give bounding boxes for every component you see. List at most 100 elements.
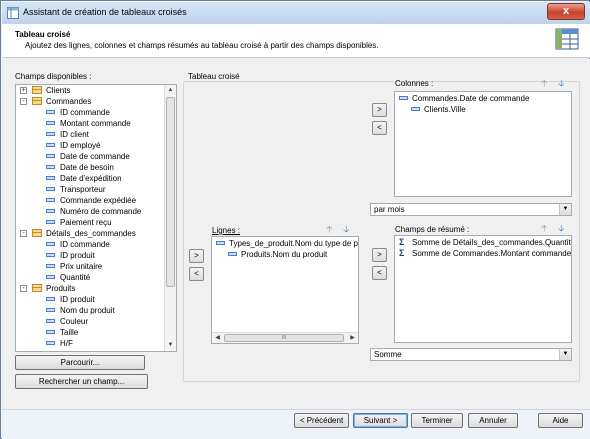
next-button[interactable]: Suivant > <box>353 413 408 428</box>
field-icon <box>46 110 55 114</box>
tree-node-label: ID client <box>60 130 89 139</box>
window-title: Assistant de création de tableaux croisé… <box>23 7 187 17</box>
move-up-icon[interactable]: 🡡 <box>326 224 332 234</box>
pivot-table-icon <box>555 28 579 50</box>
field-icon <box>46 154 55 158</box>
add-row-button[interactable]: > <box>189 249 204 263</box>
app-icon <box>7 7 19 19</box>
chevron-down-icon[interactable]: ▼ <box>559 204 571 215</box>
field-icon <box>46 132 55 136</box>
tree-node-label: ID produit <box>60 295 95 304</box>
move-down-icon[interactable]: 🡣 <box>558 223 564 233</box>
title-bar: Assistant de création de tableaux croisé… <box>2 2 590 24</box>
move-down-icon[interactable]: 🡣 <box>558 78 564 88</box>
field-icon <box>46 198 55 202</box>
scroll-thumb[interactable]: III <box>224 334 344 342</box>
table-icon <box>32 284 42 292</box>
summary-list[interactable]: Σ Somme de Détails_des_commandes.Quantit… <box>394 235 572 343</box>
move-down-icon[interactable]: 🡣 <box>343 224 349 234</box>
tree-node-label: Date d'expédition <box>60 174 122 183</box>
scroll-up-icon[interactable]: ▲ <box>165 85 176 96</box>
tree-vertical-scrollbar[interactable]: ▲ ▼ <box>164 85 176 351</box>
field-icon <box>46 264 55 268</box>
add-summary-button[interactable]: > <box>372 248 387 262</box>
field-icon <box>46 143 55 147</box>
pivot-wizard-window: Assistant de création de tableaux croisé… <box>0 0 590 439</box>
tree-node-label: Paiement reçu <box>60 218 112 227</box>
tree-node-label: ID produit <box>60 251 95 260</box>
field-icon <box>46 341 55 345</box>
collapse-icon[interactable]: - <box>20 230 27 237</box>
columns-label: Colonnes : <box>395 79 434 88</box>
field-icon <box>46 242 55 246</box>
tree-node-label: Prix unitaire <box>60 262 103 271</box>
field-icon <box>228 252 237 256</box>
header-title: Tableau croisé <box>15 30 71 39</box>
column-grouping-select[interactable]: par mois ▼ <box>370 203 572 216</box>
field-icon <box>216 241 225 245</box>
rows-list[interactable]: Types_de_produit.Nom du type de produit … <box>211 236 359 344</box>
tree-node-label: Date de besoin <box>60 163 114 172</box>
rows-horizontal-scrollbar[interactable]: ◀ III ▶ <box>212 332 358 343</box>
field-icon <box>46 297 55 301</box>
browse-button[interactable]: Parcourir... <box>15 355 145 370</box>
chevron-down-icon[interactable]: ▼ <box>559 349 571 360</box>
field-icon <box>46 220 55 224</box>
available-fields-tree[interactable]: + Clients - Commandes ID commande Montant com… <box>15 84 177 352</box>
field-icon <box>46 176 55 180</box>
remove-summary-button[interactable]: < <box>372 266 387 280</box>
tree-node-label: ID commande <box>60 108 110 117</box>
summary-order-arrows: 🡡 🡣 <box>541 224 564 233</box>
expand-icon[interactable]: + <box>20 87 27 94</box>
header-description: Ajoutez des lignes, colonnes et champs r… <box>25 41 379 50</box>
tree-node-label: Commande expédiée <box>60 196 137 205</box>
field-icon <box>46 121 55 125</box>
collapse-icon[interactable]: - <box>20 98 27 105</box>
remove-row-button[interactable]: < <box>189 267 204 281</box>
tree-node-label: Taille <box>60 328 79 337</box>
finish-button[interactable]: Terminer <box>411 413 463 428</box>
remove-column-button[interactable]: < <box>372 121 387 135</box>
columns-list[interactable]: Commandes.Date de commande Clients.Ville <box>394 91 572 197</box>
move-up-icon[interactable]: 🡡 <box>541 78 547 88</box>
tree-node-label: Montant commande <box>60 119 131 128</box>
sigma-icon: Σ <box>399 237 405 247</box>
tree-node-label: Clients <box>46 86 71 95</box>
move-up-icon[interactable]: 🡡 <box>541 223 547 233</box>
search-field-button[interactable]: Rechercher un champ... <box>15 374 148 389</box>
close-button[interactable]: x <box>547 3 585 20</box>
scroll-thumb[interactable] <box>166 97 175 287</box>
tree-node-label: Date de commande <box>60 152 130 161</box>
help-button[interactable]: Aide <box>538 413 583 428</box>
tree-node-label: Couleur <box>60 317 89 326</box>
collapse-icon[interactable]: - <box>20 285 27 292</box>
previous-button[interactable]: < Précédent <box>294 413 349 428</box>
tree-node-label: Numéro de commande <box>60 207 142 216</box>
available-fields-label: Champs disponibles : <box>15 72 92 81</box>
summary-function-select[interactable]: Somme ▼ <box>370 348 572 361</box>
tree-node-label: Produits <box>46 284 76 293</box>
columns-order-arrows: 🡡 🡣 <box>541 79 564 88</box>
field-icon <box>46 308 55 312</box>
scroll-left-icon[interactable]: ◀ <box>212 333 223 343</box>
tree-node-label: Commandes <box>46 97 92 106</box>
add-column-button[interactable]: > <box>372 103 387 117</box>
table-icon <box>32 86 42 94</box>
scroll-down-icon[interactable]: ▼ <box>165 340 176 351</box>
summary-label: Champs de résumé : <box>395 225 470 234</box>
wizard-header: Tableau croisé Ajoutez des lignes, colon… <box>2 24 590 58</box>
field-icon <box>46 165 55 169</box>
column-grouping-value: par mois <box>374 205 405 214</box>
rows-order-arrows: 🡡 🡣 <box>326 225 349 234</box>
rows-label: Lignes : <box>212 226 241 235</box>
cancel-button[interactable]: Annuler <box>468 413 518 428</box>
table-icon <box>32 97 42 105</box>
tree-node-label: ID employé <box>60 141 101 150</box>
pivot-group-label: Tableau croisé <box>188 72 240 81</box>
tree-node-label: Quantité <box>60 273 91 282</box>
field-icon <box>399 96 408 100</box>
sigma-icon: Σ <box>399 248 405 258</box>
field-icon <box>46 253 55 257</box>
scroll-right-icon[interactable]: ▶ <box>347 333 358 343</box>
field-icon <box>46 275 55 279</box>
